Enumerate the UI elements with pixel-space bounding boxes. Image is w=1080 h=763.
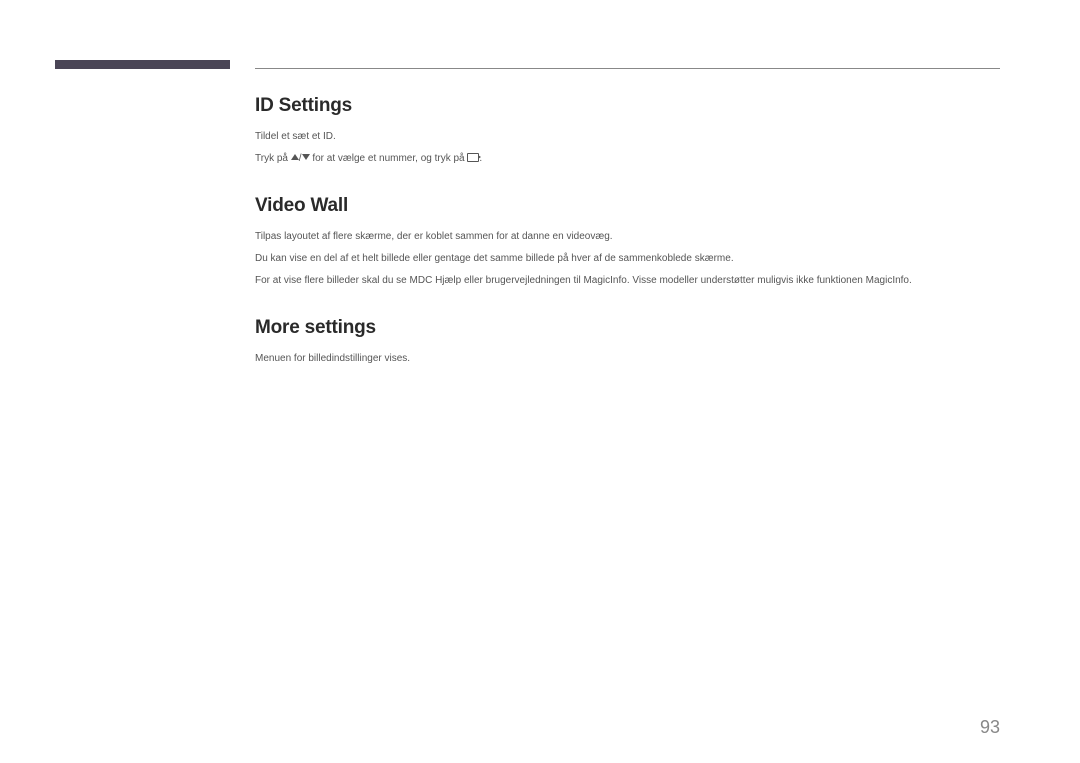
id-settings-text-2: Tryk på / for at vælge et nummer, og try… bbox=[255, 151, 1000, 167]
page-number: 93 bbox=[980, 717, 1000, 738]
more-settings-text-1: Menuen for billedindstillinger vises. bbox=[255, 351, 1000, 367]
more-settings-heading: More settings bbox=[255, 317, 1000, 339]
up-arrow-icon bbox=[291, 154, 299, 160]
video-wall-text-2: Du kan vise en del af et helt billede el… bbox=[255, 251, 1000, 267]
id-settings-text-1: Tildel et sæt et ID. bbox=[255, 129, 1000, 145]
id-settings-text-2b: for at vælge et nummer, og tryk på bbox=[312, 153, 467, 164]
id-settings-heading: ID Settings bbox=[255, 95, 1000, 117]
video-wall-section: Video Wall Tilpas layoutet af flere skær… bbox=[255, 195, 1000, 289]
down-arrow-icon bbox=[302, 154, 310, 160]
enter-icon bbox=[467, 153, 479, 162]
chapter-indicator-bar bbox=[55, 60, 230, 69]
video-wall-heading: Video Wall bbox=[255, 195, 1000, 217]
more-settings-section: More settings Menuen for billedindstilli… bbox=[255, 317, 1000, 367]
video-wall-text-1: Tilpas layoutet af flere skærme, der er … bbox=[255, 229, 1000, 245]
page-content: ID Settings Tildel et sæt et ID. Tryk på… bbox=[255, 95, 1000, 395]
video-wall-text-3: For at vise flere billeder skal du se MD… bbox=[255, 273, 1000, 289]
id-settings-section: ID Settings Tildel et sæt et ID. Tryk på… bbox=[255, 95, 1000, 167]
id-settings-text-2a: Tryk på bbox=[255, 153, 291, 164]
horizontal-rule bbox=[255, 68, 1000, 69]
